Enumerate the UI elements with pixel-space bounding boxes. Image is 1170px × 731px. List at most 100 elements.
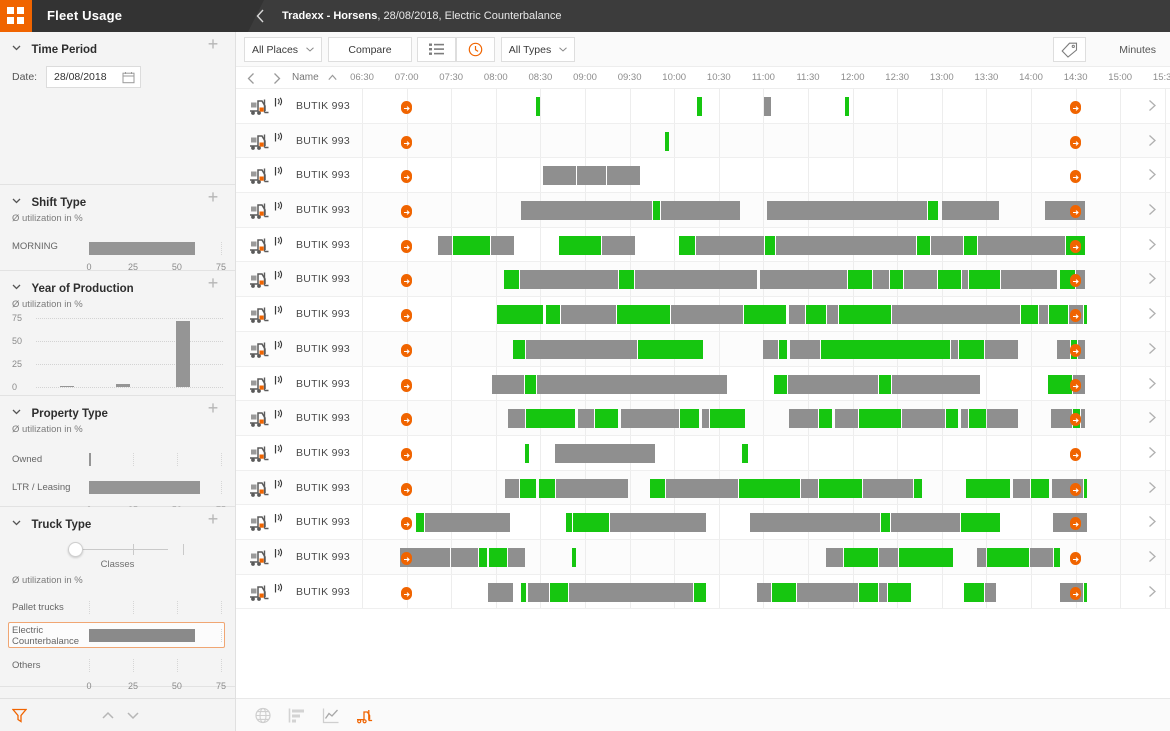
chevron-right-icon[interactable] (1146, 377, 1158, 390)
chevron-right-icon[interactable] (1146, 585, 1158, 598)
slider-handle[interactable] (68, 542, 83, 557)
timeline-segment[interactable] (891, 513, 960, 533)
table-row[interactable]: BUTIK 993 (236, 470, 1170, 506)
chevron-right-icon[interactable] (1146, 307, 1158, 320)
bar-row[interactable]: Pallet trucks (0, 596, 235, 622)
timeline-segment[interactable] (555, 443, 655, 463)
timeline-segment[interactable] (987, 409, 1018, 429)
back-button[interactable] (253, 8, 269, 24)
timeline-segment[interactable] (497, 305, 543, 325)
chevron-down-icon[interactable] (12, 403, 21, 415)
table-row[interactable]: BUTIK 993 (236, 227, 1170, 263)
chevron-right-icon[interactable] (1146, 168, 1158, 181)
timeline-segment[interactable] (578, 409, 594, 429)
timeline-segment[interactable] (635, 270, 757, 290)
date-input[interactable]: 28/08/2018 (46, 66, 141, 88)
places-filter-dropdown[interactable]: All Places (244, 37, 322, 62)
timeline-segment[interactable] (696, 235, 764, 255)
chevron-down-icon[interactable] (12, 192, 21, 204)
timeline-segment[interactable] (521, 201, 652, 221)
timeline-segment[interactable] (914, 478, 922, 498)
timeline-segment[interactable] (765, 235, 775, 255)
timeline-segment[interactable] (1031, 478, 1049, 498)
timeline-segment[interactable] (577, 166, 606, 186)
timeline-segment[interactable] (1057, 339, 1070, 359)
globe-icon[interactable] (254, 707, 272, 724)
timeline-segment[interactable] (697, 97, 702, 116)
timeline-segment[interactable] (772, 582, 796, 602)
table-row[interactable]: BUTIK 993 (236, 505, 1170, 540)
timeline-segment[interactable] (536, 97, 540, 116)
timeline-segment[interactable] (513, 339, 525, 359)
timeline-segment[interactable] (959, 339, 984, 359)
chevron-right-icon[interactable] (1146, 203, 1158, 216)
timeline-segment[interactable] (1048, 374, 1072, 394)
timeline-segment[interactable] (879, 374, 891, 394)
timeline-segment[interactable] (750, 513, 880, 533)
timeline-segment[interactable] (977, 547, 986, 567)
chevron-right-icon[interactable] (1146, 446, 1158, 459)
timeline-segment[interactable] (521, 582, 526, 602)
timeline-segment[interactable] (569, 582, 693, 602)
timeline-segment[interactable] (1030, 547, 1053, 567)
timeline-segment[interactable] (1001, 270, 1057, 290)
timeline-segment[interactable] (559, 235, 601, 255)
timeline-segment[interactable] (453, 235, 490, 255)
table-row[interactable]: BUTIK 993 (236, 331, 1170, 367)
timeline-segment[interactable] (744, 305, 786, 325)
timeline-segment[interactable] (710, 409, 745, 429)
timeline-segment[interactable] (607, 166, 640, 186)
timeline-segment[interactable] (931, 235, 963, 255)
table-row[interactable]: BUTIK 993 (236, 435, 1170, 471)
timeline-segment[interactable] (890, 270, 903, 290)
timeline-segment[interactable] (776, 235, 916, 255)
table-row[interactable]: BUTIK 993 (236, 539, 1170, 575)
timeline-segment[interactable] (839, 305, 891, 325)
types-filter-dropdown[interactable]: All Types (501, 37, 575, 62)
timeline-segment[interactable] (789, 305, 805, 325)
timeline-segment[interactable] (556, 478, 628, 498)
status-badge[interactable] (401, 447, 412, 461)
plus-icon[interactable]: + (205, 274, 221, 292)
plus-icon[interactable]: + (205, 399, 221, 417)
timeline-segment[interactable] (764, 97, 771, 116)
timeline-segment[interactable] (978, 235, 1065, 255)
table-row[interactable]: BUTIK 993 (236, 89, 1170, 124)
timeline-segment[interactable] (671, 305, 743, 325)
timeline-segment[interactable] (987, 547, 1029, 567)
grid-squares-icon[interactable] (0, 0, 32, 32)
timeline-segment[interactable] (964, 235, 977, 255)
timeline-segment[interactable] (760, 270, 847, 290)
timeline-segment[interactable] (1081, 409, 1085, 429)
bar-row-selected[interactable]: Electric Counterbalance (0, 622, 235, 651)
timeline-segment[interactable] (902, 409, 945, 429)
chevron-right-icon[interactable] (1146, 515, 1158, 528)
timeline-segment[interactable] (892, 374, 980, 394)
status-badge[interactable] (401, 343, 412, 357)
status-badge[interactable] (1070, 309, 1081, 323)
timeline-segment[interactable] (827, 305, 838, 325)
list-view-button[interactable] (417, 37, 456, 62)
timeline-segment[interactable] (520, 270, 618, 290)
timeline-segment[interactable] (650, 478, 665, 498)
chevron-right-icon[interactable] (1146, 238, 1158, 251)
timeline-segment[interactable] (821, 339, 950, 359)
timeline-segment[interactable] (491, 235, 514, 255)
status-badge[interactable] (1070, 413, 1081, 427)
timeline-segment[interactable] (508, 547, 525, 567)
timeline-segment[interactable] (573, 513, 609, 533)
chevron-down-icon[interactable] (125, 708, 141, 723)
status-badge[interactable] (1070, 274, 1081, 288)
timeline-segment[interactable] (961, 409, 968, 429)
timeline-segment[interactable] (757, 582, 771, 602)
timeline-segment[interactable] (1051, 409, 1072, 429)
timeline-segment[interactable] (951, 339, 958, 359)
timeline-segment[interactable] (848, 270, 872, 290)
timeline-segment[interactable] (964, 582, 984, 602)
status-badge[interactable] (1070, 170, 1081, 184)
timeline-segment[interactable] (539, 478, 555, 498)
panel-header-year-of-production[interactable]: Year of Production + (0, 271, 235, 295)
chevron-right-icon[interactable] (1146, 411, 1158, 424)
timeline-segment[interactable] (621, 409, 679, 429)
table-row[interactable]: BUTIK 993 (236, 297, 1170, 332)
